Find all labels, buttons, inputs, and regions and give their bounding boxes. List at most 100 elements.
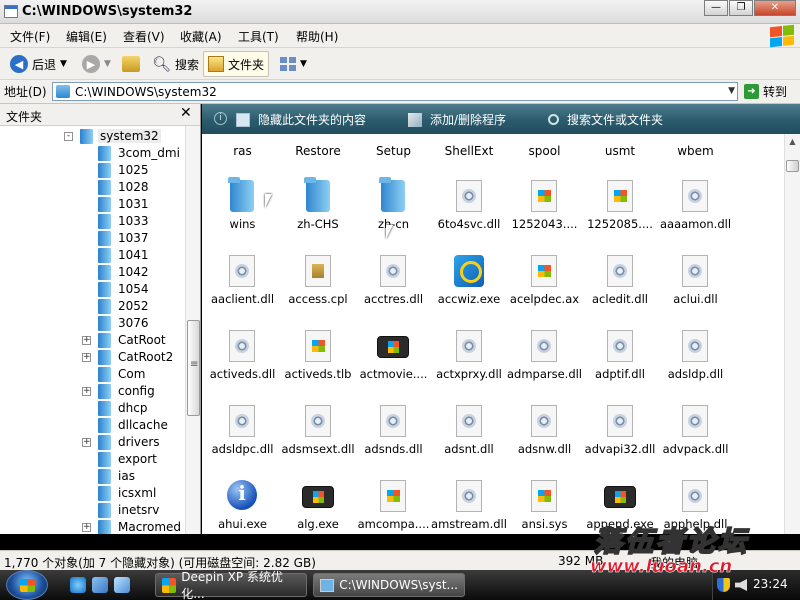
switch-windows-icon[interactable] (114, 577, 130, 593)
folders-pane-close-icon[interactable]: ✕ (180, 105, 192, 121)
tree-item-catroot[interactable]: + CatRoot (64, 332, 184, 349)
scroll-up-icon[interactable]: ▲ (786, 135, 799, 148)
tree-item-drivers[interactable]: + drivers (64, 434, 184, 451)
close-button[interactable]: ✕ (754, 0, 796, 16)
file-item[interactable]: activeds.dll (205, 322, 280, 397)
tree-item-3076[interactable]: 3076 (64, 315, 184, 332)
file-item[interactable]: ahui.exe (205, 472, 280, 534)
file-item[interactable]: actxprxy.dll (432, 322, 507, 397)
tree-expander-icon[interactable]: + (82, 438, 91, 447)
folder-item-label[interactable]: ras (205, 144, 280, 158)
tree-item-dllcache[interactable]: dllcache (64, 417, 184, 434)
tree-item-config[interactable]: + config (64, 383, 184, 400)
tree-item-1042[interactable]: 1042 (64, 264, 184, 281)
file-item[interactable]: adptif.dll (583, 322, 658, 397)
tree-expander-icon[interactable]: + (82, 523, 91, 532)
tree-item-dhcp[interactable]: dhcp (64, 400, 184, 417)
file-item[interactable]: actmovie.... (356, 322, 431, 397)
file-item[interactable]: adsmsext.dll (281, 397, 356, 472)
tree-item-catroot2[interactable]: + CatRoot2 (64, 349, 184, 366)
file-item[interactable]: access.cpl (281, 247, 356, 322)
ie-icon[interactable] (70, 577, 86, 593)
tree-item-ias[interactable]: ias (64, 468, 184, 485)
tree-item-1028[interactable]: 1028 (64, 179, 184, 196)
file-item[interactable]: adsldp.dll (658, 322, 733, 397)
tree-item-1031[interactable]: 1031 (64, 196, 184, 213)
minimize-button[interactable]: — (704, 0, 728, 16)
file-item[interactable]: zh-CHS (281, 172, 356, 247)
start-button[interactable] (6, 570, 48, 600)
file-item[interactable]: activeds.tlb (281, 322, 356, 397)
folder-item-label[interactable]: Setup (356, 144, 431, 158)
show-desktop-icon[interactable] (92, 577, 108, 593)
folders-pane-scrollbar[interactable] (185, 126, 200, 534)
volume-icon[interactable] (735, 579, 747, 591)
maximize-button[interactable]: ❐ (729, 0, 753, 16)
file-item[interactable]: 1252043.... (507, 172, 582, 247)
file-item[interactable]: admparse.dll (507, 322, 582, 397)
tree-item-inetsrv[interactable]: inetsrv (64, 502, 184, 519)
up-folder-button[interactable] (118, 51, 144, 77)
file-item[interactable]: advapi32.dll (583, 397, 658, 472)
search-files-link[interactable]: 搜索文件或文件夹 (548, 111, 663, 128)
folders-pane-scroll-thumb[interactable] (187, 320, 200, 416)
tree-item-1041[interactable]: 1041 (64, 247, 184, 264)
file-item[interactable]: aaclient.dll (205, 247, 280, 322)
security-shield-icon[interactable] (717, 578, 730, 592)
file-view-scrollbar[interactable]: ▲ (784, 134, 800, 534)
folder-item-label[interactable]: ShellExt (432, 144, 507, 158)
views-button[interactable]: ▼ (276, 51, 311, 77)
file-item[interactable]: adsldpc.dll (205, 397, 280, 472)
go-button[interactable]: ➜ 转到 (744, 83, 787, 100)
file-item[interactable]: 6to4svc.dll (432, 172, 507, 247)
tree-expander-icon[interactable]: - (64, 132, 73, 141)
tree-item-2052[interactable]: 2052 (64, 298, 184, 315)
add-remove-programs-link[interactable]: 添加/删除程序 (408, 111, 506, 128)
file-item[interactable]: amstream.dll (431, 472, 507, 534)
file-item[interactable]: acelpdec.ax (507, 247, 582, 322)
folder-item-label[interactable]: usmt (583, 144, 658, 158)
forward-button[interactable]: ▶ ▼ (78, 51, 115, 77)
file-item[interactable]: alg.exe (281, 472, 356, 534)
folder-item-label[interactable]: wbem (658, 144, 733, 158)
tree-expander-icon[interactable]: + (82, 353, 91, 362)
menu-edit[interactable]: 编辑(E) (66, 28, 107, 45)
taskbar-item-explorer[interactable]: C:\WINDOWS\syst... (313, 573, 465, 597)
tree-item-1025[interactable]: 1025 (64, 162, 184, 179)
menu-tools[interactable]: 工具(T) (238, 28, 279, 45)
menu-file[interactable]: 文件(F) (10, 28, 50, 45)
tree-item-system32[interactable]: - system32 (64, 128, 184, 145)
address-dropdown-icon[interactable]: ▼ (728, 86, 735, 96)
file-item[interactable]: aaaamon.dll (658, 172, 733, 247)
file-item[interactable]: aclui.dll (658, 247, 733, 322)
tree-item-macromed[interactable]: + Macromed (64, 519, 184, 534)
file-item[interactable]: zh-cn (356, 172, 431, 247)
folder-item-label[interactable]: spool (507, 144, 582, 158)
tree-item-com[interactable]: Com (64, 366, 184, 383)
taskbar-item-deepin[interactable]: Deepin XP 系统优化... (155, 570, 307, 600)
file-item[interactable]: 1252085.... (583, 172, 658, 247)
search-button[interactable]: 🔍︎ 搜索 (148, 51, 203, 77)
tree-item-1037[interactable]: 1037 (64, 230, 184, 247)
file-item[interactable]: acctres.dll (356, 247, 431, 322)
back-button[interactable]: ◀ 后退 ▼ (6, 51, 71, 77)
tree-item-icsxml[interactable]: icsxml (64, 485, 184, 502)
tree-item-3com_dmi[interactable]: 3com_dmi (64, 145, 184, 162)
file-item[interactable]: adsnt.dll (432, 397, 507, 472)
address-input[interactable]: C:\WINDOWS\system32 ▼ (52, 82, 738, 101)
tree-item-1054[interactable]: 1054 (64, 281, 184, 298)
file-item[interactable]: wins (205, 172, 280, 247)
tree-expander-icon[interactable]: + (82, 336, 91, 345)
tree-item-export[interactable]: export (64, 451, 184, 468)
file-item[interactable]: adsnds.dll (356, 397, 431, 472)
file-item[interactable]: adsnw.dll (507, 397, 582, 472)
file-view-scroll-thumb[interactable] (786, 160, 799, 172)
hide-folder-contents-link[interactable]: 隐藏此文件夹的内容 (236, 111, 366, 128)
file-item[interactable]: acledit.dll (583, 247, 658, 322)
menu-favorites[interactable]: 收藏(A) (180, 28, 222, 45)
file-item[interactable]: accwiz.exe (432, 247, 507, 322)
file-item[interactable]: amcompa.... (356, 472, 431, 534)
menu-help[interactable]: 帮助(H) (296, 28, 338, 45)
tree-expander-icon[interactable]: + (82, 387, 91, 396)
folder-item-label[interactable]: Restore (281, 144, 356, 158)
